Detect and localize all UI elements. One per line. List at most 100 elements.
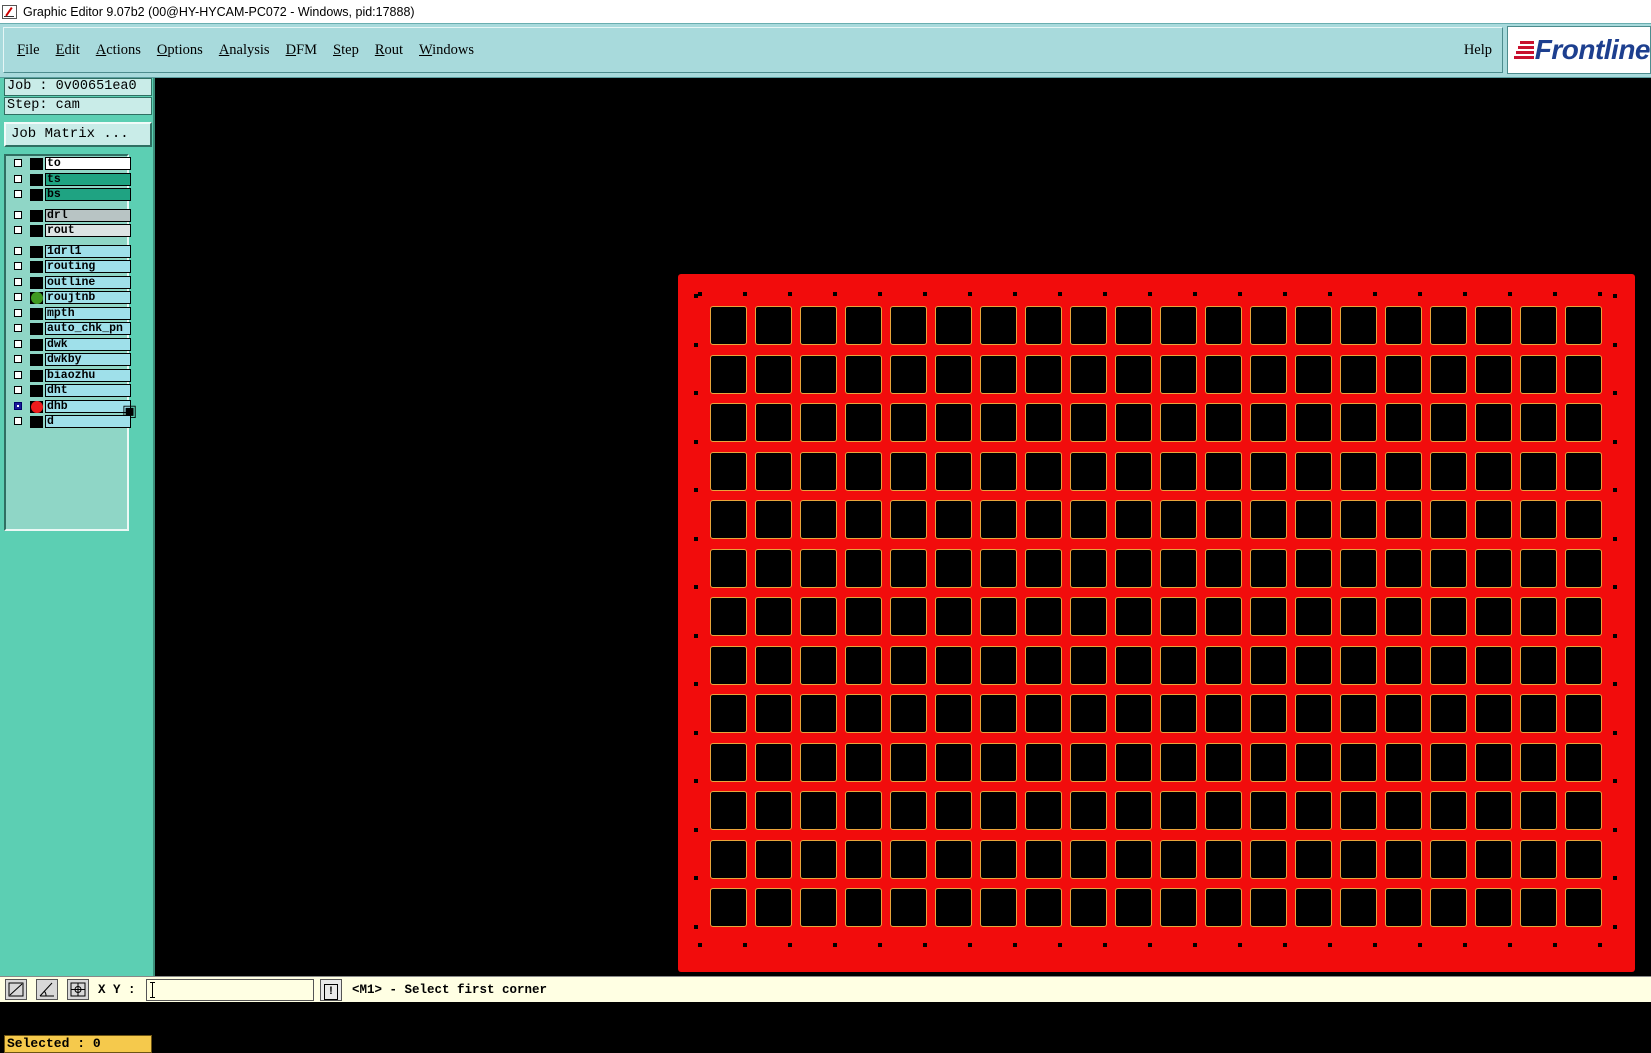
layer-indicator[interactable] — [30, 173, 43, 186]
layer-row-auto_chk_pn[interactable]: auto_chk_pn — [9, 322, 131, 336]
layer-checkbox[interactable] — [14, 417, 22, 425]
pcb-unit — [1475, 403, 1512, 442]
layer-name[interactable]: d — [45, 415, 131, 428]
layer-name[interactable]: dwkby — [45, 353, 131, 366]
layer-row-dhb[interactable]: dhb ▣ — [9, 399, 137, 420]
layer-checkbox[interactable] — [14, 386, 22, 394]
pcb-unit — [800, 597, 837, 636]
layer-indicator[interactable] — [30, 209, 43, 222]
layer-checkbox[interactable] — [14, 159, 22, 167]
layer-checkbox[interactable] — [14, 190, 22, 198]
layer-checkbox[interactable] — [14, 324, 22, 332]
layer-checkbox[interactable] — [14, 174, 22, 183]
layer-row-ts[interactable]: ts — [9, 172, 131, 187]
layer-name[interactable]: dht — [45, 384, 131, 397]
layer-indicator[interactable] — [30, 225, 43, 237]
layer-checkbox[interactable] — [14, 293, 22, 301]
menu-rout[interactable]: Rout — [375, 42, 403, 59]
layer-name[interactable]: bs — [45, 188, 131, 201]
layer-row-dwkby[interactable]: dwkby — [9, 353, 131, 367]
measure-tool-icon[interactable] — [36, 979, 58, 1000]
menu-dfm[interactable]: DFM — [286, 42, 317, 59]
layer-indicator[interactable] — [30, 400, 43, 413]
layer-checkbox[interactable] — [14, 246, 22, 255]
pcb-unit — [1115, 597, 1152, 636]
pcb-unit — [1520, 597, 1557, 636]
layer-row-routing[interactable]: routing — [9, 260, 131, 274]
tooling-dot — [1553, 292, 1557, 296]
layer-checkbox[interactable] — [14, 401, 22, 410]
menu-windows[interactable]: Windows — [419, 42, 474, 59]
layer-indicator[interactable] — [30, 292, 43, 304]
layer-name[interactable]: rout — [45, 224, 131, 237]
menu-actions[interactable]: Actions — [96, 42, 141, 59]
layer-name[interactable]: dhb — [45, 399, 131, 413]
layer-name[interactable]: mpth — [45, 306, 131, 320]
layer-checkbox[interactable] — [14, 370, 22, 379]
layer-name[interactable]: auto_chk_pn — [45, 322, 131, 335]
menu-analysis[interactable]: Analysis — [219, 42, 270, 59]
layer-row-rout[interactable]: rout — [9, 224, 131, 238]
layer-row-outline[interactable]: outline — [9, 275, 131, 290]
layer-checkbox[interactable] — [14, 262, 22, 270]
pcb-unit — [1340, 645, 1377, 685]
xy-coordinate-input[interactable] — [146, 979, 314, 1001]
tooling-dot — [1058, 292, 1062, 296]
layer-checkbox[interactable] — [14, 339, 22, 348]
menu-step[interactable]: Step — [333, 42, 359, 59]
layer-row-biaozhu[interactable]: biaozhu — [9, 368, 131, 383]
layer-row-bs[interactable]: bs — [9, 188, 131, 202]
layer-indicator[interactable] — [30, 354, 43, 366]
layer-indicator[interactable] — [30, 158, 43, 170]
layer-row-roujtnb[interactable]: roujtnb — [9, 291, 131, 305]
layer-name[interactable]: biaozhu — [45, 368, 131, 382]
pcb-unit — [1340, 451, 1377, 491]
layer-row-d[interactable]: d — [9, 415, 131, 429]
layer-row-mpth[interactable]: mpth — [9, 306, 131, 321]
layer-name[interactable]: dwk — [45, 337, 131, 351]
layer-name[interactable]: drl — [45, 208, 131, 222]
message-button[interactable]: ! — [320, 979, 342, 1001]
layer-name[interactable]: outline — [45, 275, 131, 289]
pcb-unit — [1565, 500, 1602, 539]
layer-row-dwk[interactable]: dwk — [9, 337, 131, 352]
layer-indicator[interactable] — [30, 369, 43, 382]
layer-row-1drl1[interactable]: 1drl1 — [9, 244, 131, 259]
exclamation-icon: ! — [324, 984, 338, 1000]
zoom-area-tool-icon[interactable] — [5, 979, 27, 1000]
menu-file[interactable]: File — [17, 42, 40, 59]
layer-name[interactable]: routing — [45, 260, 131, 273]
layer-row-to[interactable]: to — [9, 157, 131, 171]
layer-name[interactable]: roujtnb — [45, 291, 131, 304]
snap-grid-tool-icon[interactable] — [67, 979, 89, 1000]
layer-checkbox[interactable] — [14, 355, 22, 363]
layer-checkbox[interactable] — [14, 277, 22, 286]
menu-options[interactable]: Options — [157, 42, 203, 59]
layer-indicator[interactable] — [30, 245, 43, 258]
layer-name[interactable]: to — [45, 157, 131, 170]
pcb-unit — [1115, 354, 1152, 394]
layer-row-dht[interactable]: dht — [9, 384, 131, 398]
layer-indicator[interactable] — [30, 323, 43, 335]
layer-indicator[interactable] — [30, 338, 43, 351]
layer-indicator[interactable] — [30, 385, 43, 397]
pcb-unit — [1340, 597, 1377, 636]
graphic-canvas[interactable] — [155, 78, 1651, 976]
pcb-unit — [1025, 694, 1062, 733]
layer-name[interactable]: ts — [45, 172, 131, 186]
layer-indicator[interactable] — [30, 189, 43, 201]
layer-indicator[interactable] — [30, 261, 43, 273]
layer-checkbox[interactable] — [14, 210, 22, 219]
menu-edit[interactable]: Edit — [56, 42, 80, 59]
menu-help[interactable]: Help — [1464, 42, 1492, 59]
layer-checkbox[interactable] — [14, 226, 22, 234]
layer-indicator[interactable] — [30, 276, 43, 289]
layer-row-drl[interactable]: drl — [9, 208, 131, 223]
layer-indicator[interactable] — [30, 307, 43, 320]
layer-indicator[interactable] — [30, 416, 43, 428]
pcb-unit — [980, 694, 1017, 733]
pcb-unit — [1205, 597, 1242, 636]
layer-checkbox[interactable] — [14, 308, 22, 317]
layer-name[interactable]: 1drl1 — [45, 244, 131, 258]
job-matrix-button[interactable]: Job Matrix ... — [4, 122, 152, 147]
